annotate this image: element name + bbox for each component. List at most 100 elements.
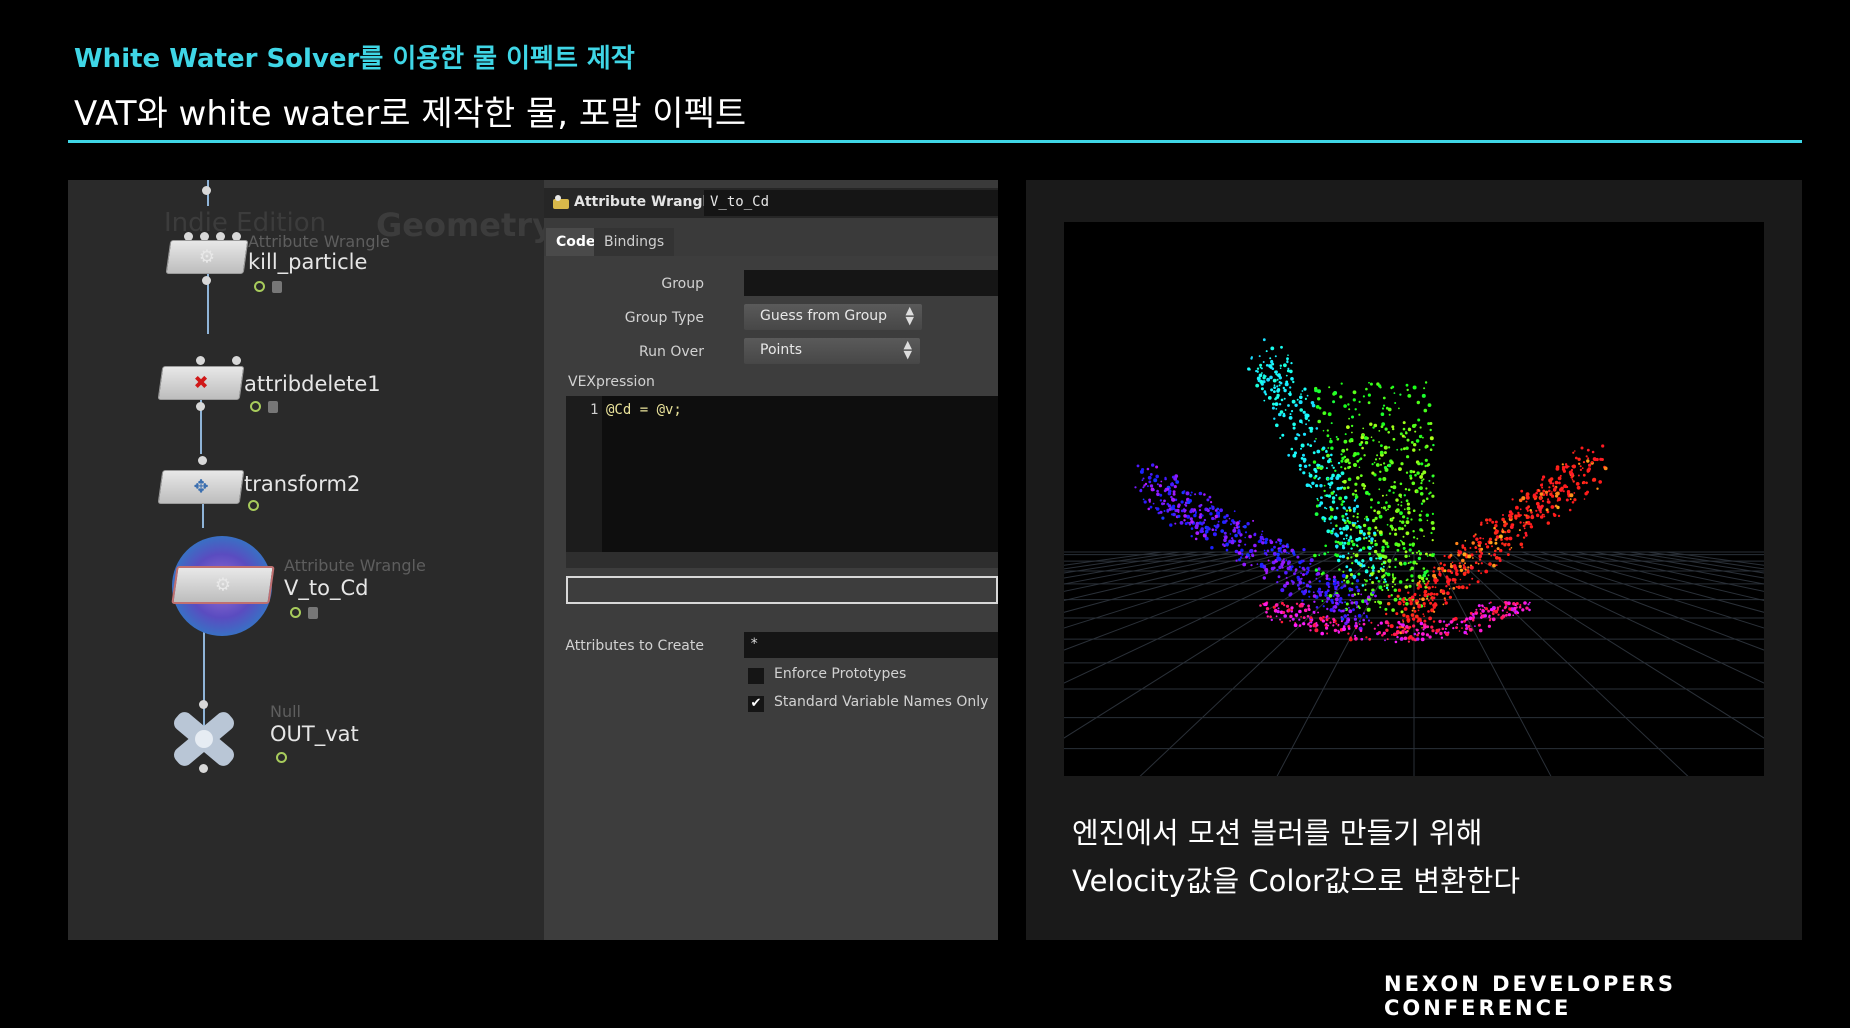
attributes-to-create-field[interactable]: *	[744, 632, 998, 658]
particle	[1356, 520, 1359, 523]
particle	[1335, 622, 1338, 625]
particle	[1327, 412, 1332, 417]
particle	[1362, 523, 1367, 528]
particle	[1383, 555, 1388, 559]
node-name-field[interactable]: V_to_Cd	[704, 190, 998, 216]
particle	[1499, 548, 1503, 553]
expression-input[interactable]	[566, 576, 998, 604]
particle	[1587, 457, 1590, 460]
particle	[1326, 607, 1329, 611]
tab-bindings[interactable]: Bindings	[594, 228, 675, 256]
particle	[1194, 493, 1197, 496]
particle	[1254, 549, 1257, 553]
particle	[1347, 552, 1350, 555]
particle	[1415, 601, 1419, 605]
particle	[1435, 628, 1440, 633]
particle	[1347, 614, 1349, 616]
node-v-to-cd[interactable]: ⚙	[171, 566, 275, 604]
group-field[interactable]	[744, 270, 998, 296]
particle	[1296, 583, 1300, 587]
input-port[interactable]	[196, 356, 205, 365]
particle	[1491, 520, 1495, 524]
particle	[1348, 508, 1352, 512]
particle	[1390, 518, 1393, 521]
particle	[1281, 544, 1286, 549]
particle	[1468, 616, 1473, 621]
particle	[1300, 572, 1302, 574]
particle	[1384, 467, 1389, 472]
particle	[1149, 484, 1154, 488]
particle	[1464, 562, 1466, 565]
input-port[interactable]	[198, 456, 207, 465]
particle	[1322, 615, 1325, 619]
particle	[1507, 613, 1511, 617]
particle	[1427, 586, 1431, 590]
particle	[1332, 392, 1336, 396]
particle	[1481, 608, 1484, 611]
particle	[1511, 498, 1514, 501]
particle	[1568, 508, 1572, 512]
input-port[interactable]	[232, 356, 241, 365]
particle	[1379, 606, 1382, 609]
particle	[1332, 575, 1336, 579]
code-editor-resize-bar[interactable]	[566, 552, 998, 568]
particle	[1355, 525, 1359, 529]
particle	[1342, 570, 1345, 573]
particle	[1478, 628, 1483, 633]
particle	[1581, 467, 1584, 470]
particle	[1343, 579, 1346, 582]
particle	[1302, 410, 1306, 414]
particle	[1366, 602, 1369, 605]
particle	[1361, 584, 1365, 587]
standard-variable-names-checkbox[interactable]: ✔	[748, 696, 764, 712]
output-port[interactable]	[202, 276, 211, 285]
node-transform2[interactable]: ✥	[157, 470, 245, 504]
particle	[1341, 554, 1346, 559]
particle	[1370, 498, 1373, 502]
vex-code-editor[interactable]: 1 @Cd = @v;	[566, 396, 998, 552]
grid-line	[1064, 551, 1199, 574]
run-over-dropdown[interactable]: Points ▲ ▼	[744, 338, 920, 364]
particle	[1347, 627, 1351, 630]
particle	[1377, 553, 1382, 558]
node-kill-particle[interactable]: ⚙	[165, 240, 249, 274]
particle	[1351, 582, 1354, 585]
particle	[1405, 520, 1410, 525]
particle	[1269, 357, 1272, 360]
particle	[1468, 628, 1473, 632]
particle	[1510, 547, 1513, 549]
particle	[1401, 631, 1405, 634]
3d-viewport[interactable]	[1064, 222, 1764, 776]
node-attribdelete1[interactable]: ✖	[157, 366, 245, 400]
particle	[1548, 489, 1551, 493]
wrangle-icon: ⚙	[198, 246, 216, 268]
particle	[1477, 569, 1480, 572]
network-editor[interactable]: Indie Edition Geometry ⚙ Attribute Wrang…	[68, 180, 553, 940]
particle	[1413, 443, 1417, 447]
particle	[1519, 542, 1524, 547]
enforce-prototypes-checkbox[interactable]	[748, 668, 764, 684]
grid-line	[1064, 551, 1163, 566]
null-node-x-icon[interactable]	[164, 708, 244, 770]
particle	[1232, 521, 1236, 525]
particle	[1427, 592, 1430, 596]
particle	[1345, 509, 1349, 512]
particle	[1484, 543, 1488, 546]
particle	[1530, 523, 1533, 526]
particle	[1431, 599, 1434, 602]
output-port[interactable]	[196, 402, 205, 411]
particle	[1388, 446, 1391, 449]
particle	[1426, 519, 1429, 522]
particle	[1252, 519, 1255, 522]
particle	[1599, 457, 1603, 461]
particle	[1377, 501, 1380, 504]
particle	[1324, 594, 1328, 597]
particle	[1330, 422, 1333, 425]
input-port[interactable]	[202, 186, 211, 195]
particle	[1277, 607, 1280, 610]
particle	[1247, 367, 1251, 371]
output-port[interactable]	[199, 764, 208, 773]
particle	[1538, 489, 1540, 491]
group-type-dropdown[interactable]: Guess from Group ▲ ▼	[744, 304, 922, 330]
particle	[1278, 403, 1282, 406]
